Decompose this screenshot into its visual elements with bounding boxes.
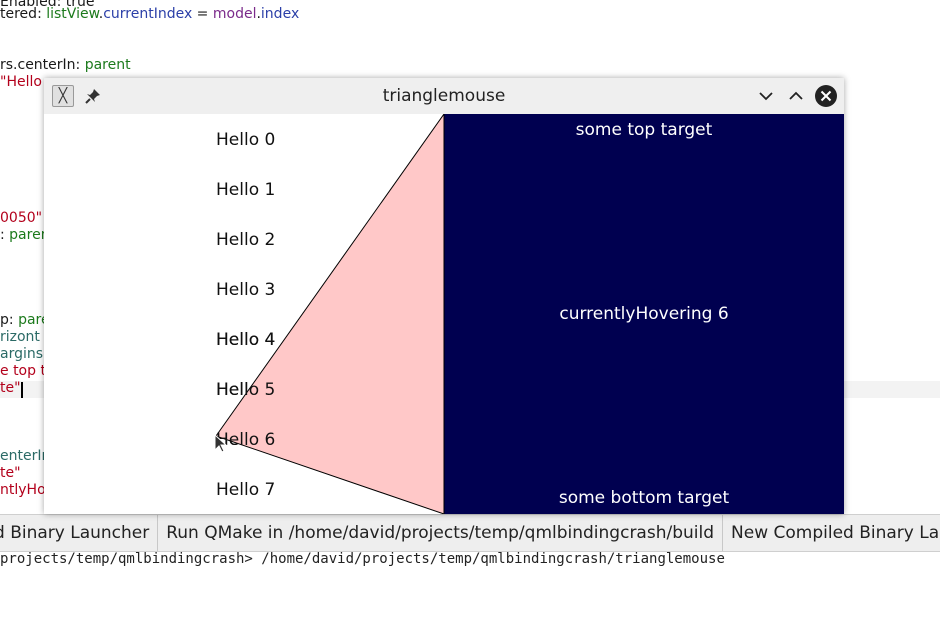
window-title: trianglemouse (382, 86, 506, 106)
launcher-bar: d Binary Launcher Run QMake in /home/dav… (0, 514, 940, 552)
list-item-overlay: Hello 5 (216, 380, 276, 400)
code-line: p: pare (0, 312, 50, 328)
code-line: 0050" (0, 210, 43, 226)
maximize-icon[interactable] (784, 84, 808, 108)
minimize-icon[interactable] (754, 84, 778, 108)
code-line: : paren (0, 227, 50, 243)
mouse-pointer-icon (214, 434, 228, 453)
code-line: te" (0, 380, 21, 396)
list-item-overlay: Hello 6 (216, 430, 276, 450)
code-line: ntlyHo (0, 482, 46, 498)
code-line: rs.centerIn: parent (0, 57, 131, 73)
code-line: rizont (0, 329, 40, 345)
text-cursor (21, 382, 23, 398)
code-line: te" (0, 465, 21, 481)
code-line: e top t (0, 363, 46, 379)
close-icon[interactable] (814, 84, 838, 108)
launcher-tab-new-binary[interactable]: New Compiled Binary Launcher (723, 515, 940, 551)
launcher-tab-binary[interactable]: d Binary Launcher (0, 515, 159, 551)
code-line: enterIn (0, 448, 51, 464)
window-content: Hello 0 Hello 1 Hello 2 Hello 3 Hello 4 … (44, 114, 844, 514)
code-line: argins (0, 346, 44, 362)
hover-triangle (215, 114, 445, 514)
list-item-overlay: Hello 4 (216, 330, 276, 350)
code-line: "Hello (0, 74, 42, 90)
app-window: ╳ trianglemouse Hello 0 Hello 1 Hello 2 … (44, 78, 844, 514)
launcher-tab-run-qmake[interactable]: Run QMake in /home/david/projects/temp/q… (158, 515, 724, 551)
window-titlebar[interactable]: ╳ trianglemouse (44, 78, 844, 115)
code-line: tered: listView.currentIndex = model.ind… (0, 6, 300, 22)
console-output: projects/temp/qmlbindingcrash> /home/dav… (0, 551, 725, 567)
